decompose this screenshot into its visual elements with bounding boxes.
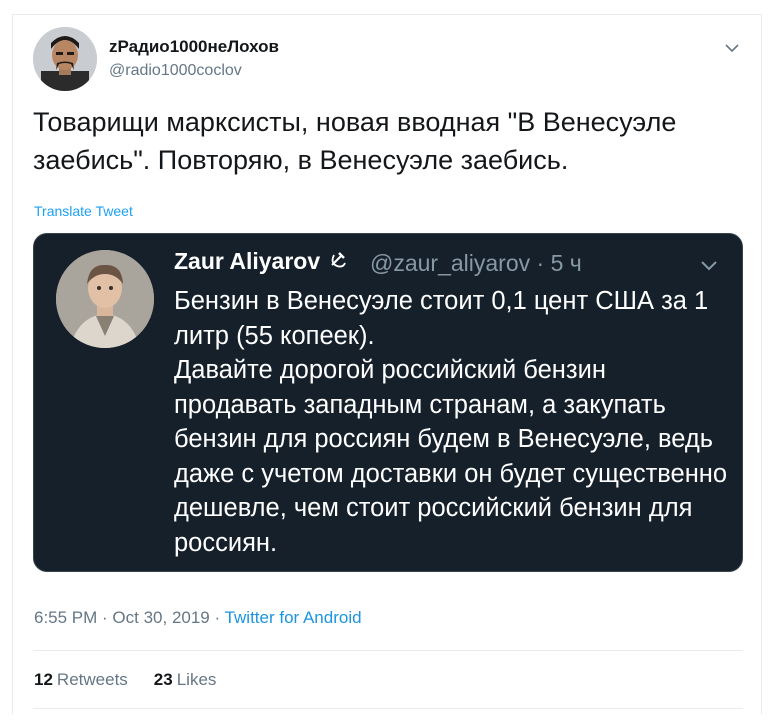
tweet-meta: 6:55 PM · Oct 30, 2019 · Twitter for And… xyxy=(34,608,362,628)
quoted-author-name[interactable]: Zaur Aliyarov xyxy=(174,248,320,275)
divider xyxy=(33,708,743,709)
tweet-card: zРадио1000неЛохов @radio1000coclov Товар… xyxy=(12,14,762,714)
likes-count: 23 xyxy=(153,670,173,689)
hammer-sickle-icon xyxy=(328,248,348,275)
chevron-down-icon[interactable] xyxy=(723,39,741,57)
likes-label: Likes xyxy=(176,670,217,689)
chevron-down-icon[interactable] xyxy=(698,254,720,276)
author-name[interactable]: zРадио1000неЛохов xyxy=(109,37,279,57)
author-handle[interactable]: @radio1000coclov xyxy=(109,62,242,80)
tweet-stats: 12 Retweets 23 Likes xyxy=(34,670,216,690)
retweets-count: 12 xyxy=(34,670,53,689)
timestamp[interactable]: 6:55 PM · Oct 30, 2019 · xyxy=(34,608,225,627)
retweets-stat[interactable]: 12 Retweets xyxy=(34,670,128,690)
tweet-text: Товарищи марксисты, новая вводная "В Вен… xyxy=(33,107,677,175)
source-link[interactable]: Twitter for Android xyxy=(225,608,362,627)
divider xyxy=(33,650,743,651)
quoted-author-avatar[interactable] xyxy=(56,250,154,348)
quoted-paragraph: Бензин в Венесуэле стоит 0,1 цент США за… xyxy=(174,287,709,350)
translate-tweet-link[interactable]: Translate Tweet xyxy=(34,203,133,219)
quoted-author-name-row: Zaur Aliyarov xyxy=(174,248,348,275)
likes-stat[interactable]: 23 Likes xyxy=(154,670,217,690)
quoted-paragraph: Давайте дорогой российский бензин продав… xyxy=(174,356,728,557)
quoted-tweet[interactable]: Zaur Aliyarov @zaur_aliyarov · 5 ч Бензи… xyxy=(33,233,743,572)
quoted-author-handle-time[interactable]: @zaur_aliyarov · 5 ч xyxy=(370,250,582,277)
author-avatar[interactable] xyxy=(33,27,97,91)
retweets-label: Retweets xyxy=(56,670,128,689)
quoted-tweet-text: Бензин в Венесуэле стоит 0,1 цент США за… xyxy=(174,284,734,560)
